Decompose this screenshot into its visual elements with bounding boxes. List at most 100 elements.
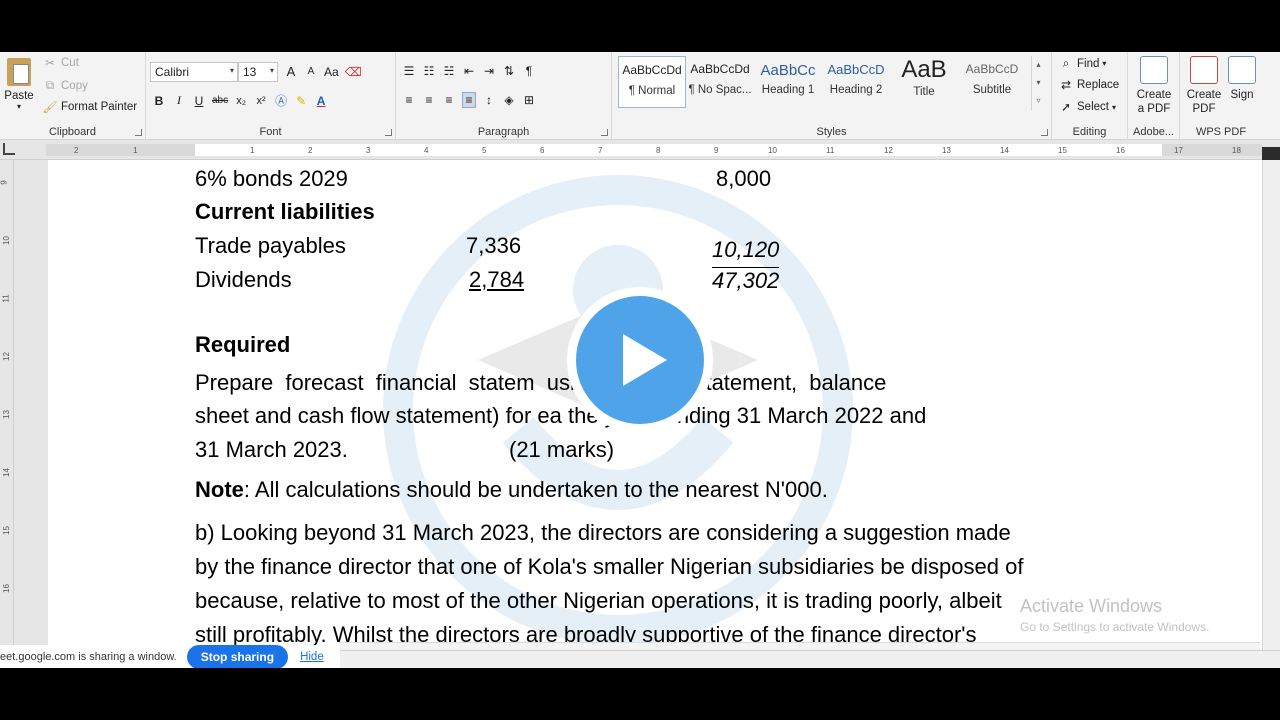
style-name: Heading 1 [761, 84, 815, 96]
clear-format-icon[interactable]: ⌫ [345, 65, 362, 79]
cursor-icon: ➚ [1060, 100, 1072, 114]
styles-group-label: Styles [816, 126, 847, 138]
select-button[interactable]: ➚ Select ▾ [1058, 100, 1116, 114]
underline-button[interactable]: U [192, 94, 206, 108]
style-preview: AaBbCcDd [690, 62, 750, 76]
select-label: Select [1077, 101, 1109, 113]
ruler-track[interactable]: 2 1 1 2 3 4 5 6 7 8 9 10 11 12 13 14 15 … [46, 144, 1262, 156]
align-center-icon[interactable]: ≡ [422, 93, 436, 107]
adobe-create-pdf-button[interactable]: Create a PDF [1134, 56, 1174, 116]
shading-icon[interactable]: ◈ [502, 93, 516, 107]
subscript-button[interactable]: x₂ [234, 95, 248, 107]
style-preview: AaB [901, 56, 947, 83]
multilevel-list-icon[interactable]: ☵ [442, 64, 456, 78]
styles-launcher[interactable] [1041, 129, 1048, 136]
replace-button[interactable]: ⇄ Replace [1058, 78, 1119, 92]
stop-sharing-button[interactable]: Stop sharing [186, 644, 289, 668]
style-no-spacing[interactable]: AaBbCcDd ¶ No Spac... [686, 56, 754, 108]
find-button[interactable]: ⌕ Find ▾ [1058, 56, 1107, 71]
ruler-tick: 2 [308, 146, 313, 155]
required-line: sheet and cash flow statement) for ea th… [195, 403, 927, 428]
style-heading-1[interactable]: AaBbCc Heading 1 [754, 56, 822, 108]
increase-indent-icon[interactable]: ⇥ [482, 64, 496, 78]
strikethrough-button[interactable]: abc [212, 95, 228, 106]
clipboard-launcher[interactable] [135, 129, 142, 136]
format-painter-button[interactable]: 🖌 Format Painter [42, 100, 137, 114]
wps-group-label: WPS PDF [1195, 126, 1247, 138]
chevron-up-icon[interactable]: ▴ [1032, 56, 1045, 74]
ruler-tick: 18 [1232, 146, 1241, 155]
format-painter-label: Format Painter [61, 101, 138, 113]
highlight-icon[interactable]: ✎ [294, 94, 308, 108]
shrink-font-button[interactable]: A [304, 66, 318, 77]
change-case-button[interactable]: Aa [324, 65, 339, 79]
ruler-tick: 7 [598, 146, 603, 155]
style-name: Title [913, 86, 935, 98]
grow-font-button[interactable]: A [284, 64, 298, 79]
decrease-indent-icon[interactable]: ⇤ [462, 64, 476, 78]
tab-selector-icon[interactable] [3, 143, 15, 155]
find-label: Find [1077, 57, 1100, 70]
ruler-tick: 11 [826, 146, 835, 155]
borders-icon[interactable]: ⊞ [522, 93, 536, 107]
vertical-scrollbar[interactable] [1262, 160, 1280, 650]
bullets-icon[interactable]: ☰ [402, 64, 416, 78]
ruler-tick: 6 [540, 146, 545, 155]
sort-icon[interactable]: ⇅ [502, 64, 516, 78]
adobe-group-label: Adobe... [1133, 126, 1174, 138]
horizontal-ruler[interactable]: 2 1 1 2 3 4 5 6 7 8 9 10 11 12 13 14 15 … [0, 140, 1280, 160]
style-name: Subtitle [972, 84, 1012, 96]
paste-button[interactable]: Paste ▾ [4, 58, 34, 111]
chevron-down-icon[interactable]: ▾ [1032, 74, 1045, 92]
style-title[interactable]: AaB Title [890, 56, 958, 108]
style-normal[interactable]: AaBbCcDd ¶ Normal [618, 56, 686, 108]
copy-button[interactable]: ⧉ Copy [42, 78, 88, 93]
pilcrow-icon[interactable]: ¶ [522, 64, 536, 78]
font-size-select[interactable]: 13 ▾ [238, 62, 278, 82]
font-size-value: 13 [243, 65, 257, 79]
sign-button[interactable]: Sign [1226, 56, 1258, 102]
styles-gallery-scroll[interactable]: ▴ ▾ ▿ [1031, 56, 1045, 110]
hide-link[interactable]: Hide [300, 651, 324, 663]
line-spacing-icon[interactable]: ↕ [482, 93, 496, 107]
numbering-icon[interactable]: ☷ [422, 64, 436, 78]
font-launcher[interactable] [385, 129, 392, 136]
cut-button[interactable]: ✂ Cut [42, 56, 79, 70]
ruler-tick: 9 [714, 146, 719, 155]
play-circle [576, 296, 704, 424]
italic-button[interactable]: I [172, 93, 186, 108]
ruler-tick: 3 [366, 146, 371, 155]
style-preview: AaBbCcD [827, 62, 885, 77]
align-right-icon[interactable]: ≡ [442, 93, 456, 107]
font-format-row: B I U abc x₂ x² Ⓐ ✎ A [152, 92, 328, 109]
font-family-select[interactable]: Calibri ▾ [150, 62, 238, 82]
bonds-label: 6% bonds 2029 [195, 166, 348, 191]
justify-icon[interactable]: ≡ [462, 92, 476, 108]
style-subtitle[interactable]: AaBbCcD Subtitle [958, 56, 1026, 108]
editing-group-label: Editing [1072, 126, 1107, 138]
dividends-value: 2,784 [469, 267, 525, 292]
vertical-ruler[interactable]: 9 10 11 12 13 14 15 16 [0, 160, 14, 650]
text-effects-icon[interactable]: Ⓐ [274, 92, 288, 109]
share-status-text: eet.google.com is sharing a window. [0, 650, 177, 663]
paragraph-group-label: Paragraph [477, 126, 530, 138]
paragraph-launcher[interactable] [601, 129, 608, 136]
required-heading: Required [195, 332, 291, 357]
note-line: Note: All calculations should be underta… [195, 477, 828, 503]
style-preview: AaBbCcD [965, 62, 1019, 76]
ruler-tick: 9 [0, 180, 9, 185]
horizontal-scrollbar[interactable] [340, 642, 1260, 650]
bold-button[interactable]: B [152, 94, 166, 108]
font-color-icon[interactable]: A [314, 94, 328, 108]
wps-create-pdf-button[interactable]: Create PDF [1184, 56, 1224, 116]
superscript-button[interactable]: x² [254, 95, 268, 107]
paragraph-list-row: ☰ ☷ ☵ ⇤ ⇥ ⇅ ¶ [402, 64, 536, 78]
style-preview: AaBbCcDd [622, 63, 682, 77]
ruler-tick: 8 [656, 146, 661, 155]
video-play-button[interactable] [567, 287, 713, 433]
more-styles-icon[interactable]: ▿ [1032, 92, 1045, 110]
cut-label: Cut [61, 57, 79, 69]
align-left-icon[interactable]: ≡ [402, 93, 416, 107]
trade-payables-value: 7,336 [466, 233, 522, 258]
style-heading-2[interactable]: AaBbCcD Heading 2 [822, 56, 890, 108]
